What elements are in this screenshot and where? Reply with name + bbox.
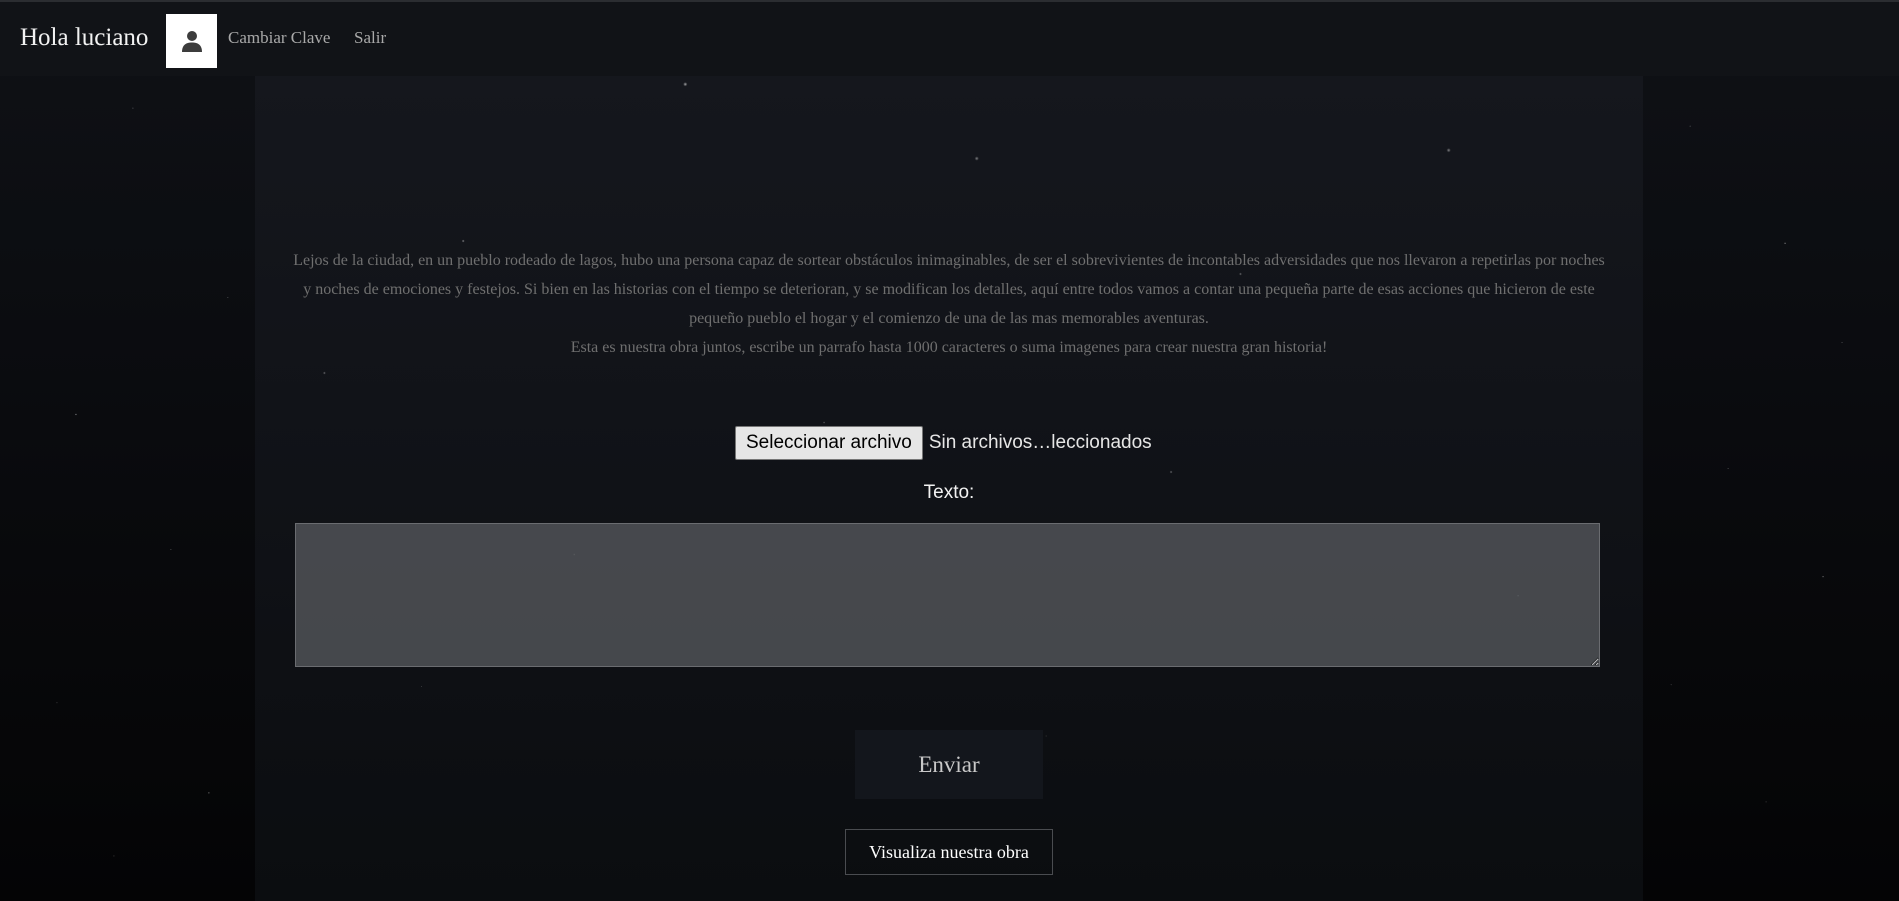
view-story-button[interactable]: Visualiza nuestra obra xyxy=(845,829,1053,875)
story-textarea[interactable] xyxy=(295,523,1600,667)
intro-paragraph: Lejos de la ciudad, en un pueblo rodeado… xyxy=(293,252,1605,327)
avatar[interactable] xyxy=(166,14,217,68)
greeting-text: Hola luciano xyxy=(20,24,149,51)
submit-button[interactable]: Enviar xyxy=(855,730,1043,799)
file-input: Seleccionar archivo Sin archivos…leccion… xyxy=(735,426,1152,460)
select-file-button[interactable]: Seleccionar archivo xyxy=(735,426,923,460)
top-navbar: Hola luciano Cambiar Clave Salir xyxy=(0,0,1899,76)
user-icon xyxy=(181,31,202,52)
text-field-label: Texto: xyxy=(923,482,975,503)
intro-call-to-action: Esta es nuestra obra juntos, escribe un … xyxy=(570,339,1328,356)
change-password-link[interactable]: Cambiar Clave xyxy=(228,28,330,48)
logout-link[interactable]: Salir xyxy=(354,28,386,48)
main-panel: Lejos de la ciudad, en un pueblo rodeado… xyxy=(255,76,1643,901)
file-status-text: Sin archivos…leccionados xyxy=(928,432,1152,453)
intro-text: Lejos de la ciudad, en un pueblo rodeado… xyxy=(293,246,1605,362)
